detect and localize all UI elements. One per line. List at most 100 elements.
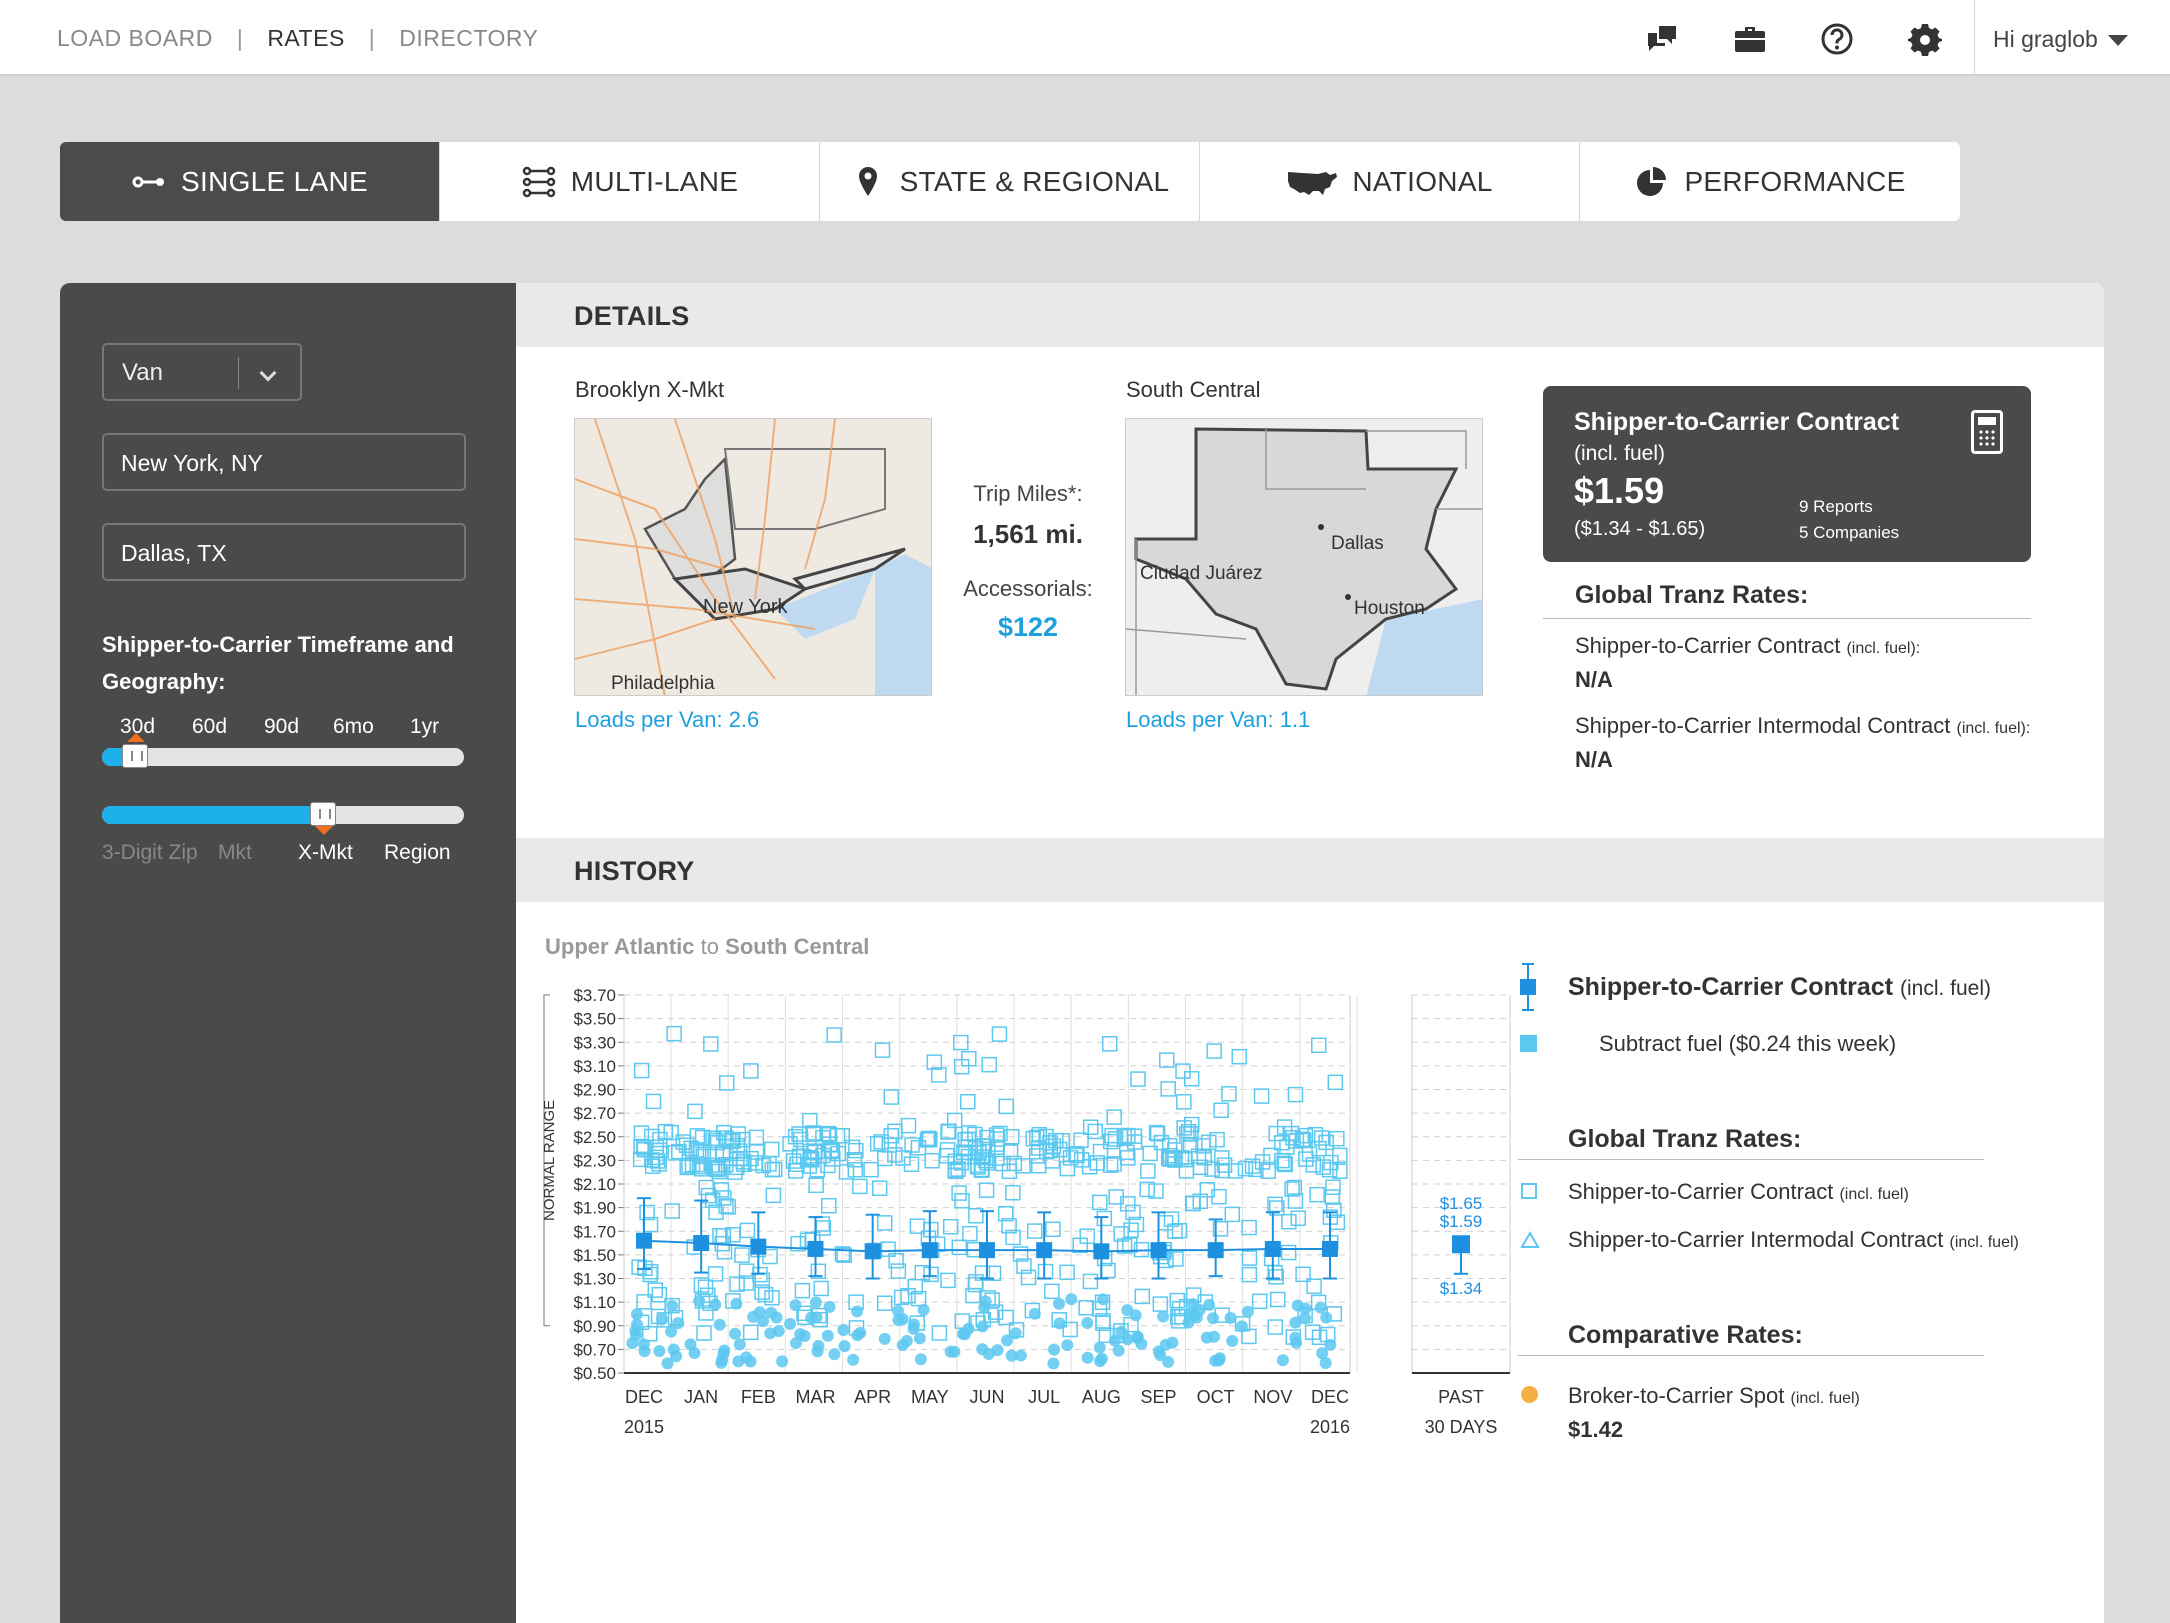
nav-separator: | bbox=[236, 24, 244, 51]
gt-contract-point bbox=[1279, 1139, 1295, 1155]
gt-cluster-point bbox=[713, 1318, 726, 1331]
divider bbox=[1543, 618, 2031, 619]
gt-contract-point bbox=[1157, 1215, 1174, 1231]
contract-point bbox=[1264, 1240, 1281, 1257]
gt-contract-point bbox=[1213, 1102, 1229, 1119]
gt-contract-point bbox=[696, 1325, 712, 1341]
contract-point bbox=[1150, 1242, 1167, 1259]
gt-contract-point bbox=[1241, 1266, 1258, 1283]
gt-contract-point bbox=[1159, 1052, 1175, 1068]
y-tick-label: $2.70 bbox=[573, 1104, 616, 1123]
contract-point bbox=[750, 1238, 767, 1255]
year-label: 2015 bbox=[624, 1417, 664, 1437]
nav-directory[interactable]: DIRECTORY bbox=[399, 25, 538, 52]
gt-cluster-point bbox=[944, 1345, 957, 1358]
gt-contract-point bbox=[1101, 1036, 1118, 1052]
tab-label: PERFORMANCE bbox=[1684, 165, 1906, 197]
gt-cluster-point bbox=[1028, 1307, 1041, 1320]
gt-contract-point bbox=[1059, 1160, 1076, 1177]
gt-contract-point bbox=[1140, 1163, 1156, 1179]
gt-cluster-point bbox=[811, 1345, 824, 1358]
gt-cluster-point bbox=[1047, 1357, 1060, 1370]
gt-contract-row: Shipper-to-Carrier Contract (incl. fuel)… bbox=[1575, 633, 1920, 693]
contract-point bbox=[864, 1243, 881, 1260]
gt-contract-point bbox=[1123, 1222, 1139, 1238]
subtract-fuel-label[interactable]: Subtract fuel ($0.24 this week) bbox=[1599, 1031, 1896, 1057]
gt-contract-point bbox=[739, 1222, 756, 1239]
tab-national[interactable]: NATIONAL bbox=[1200, 142, 1580, 221]
gt-contract-point bbox=[1037, 1263, 1054, 1280]
gt-contract-point bbox=[748, 1129, 765, 1146]
gt-contract-legend-icon bbox=[1521, 1183, 1537, 1199]
tab-state-regional[interactable]: STATE & REGIONAL bbox=[820, 142, 1200, 221]
rates-tabs: SINGLE LANE MULTI-LANE STATE & REGIONAL … bbox=[60, 142, 1960, 221]
chat-icon[interactable] bbox=[1645, 22, 1679, 56]
geography-slider[interactable] bbox=[102, 802, 464, 835]
x-tick-label: APR bbox=[854, 1387, 891, 1407]
subtract-fuel-icon[interactable] bbox=[1520, 1035, 1537, 1052]
tick-6mo: 6mo bbox=[333, 715, 374, 738]
contract-point bbox=[1322, 1240, 1338, 1257]
gt-cluster-point bbox=[1097, 1293, 1110, 1306]
geography-handle[interactable] bbox=[310, 802, 336, 835]
gt-contract-point bbox=[962, 1225, 978, 1242]
legend-contract-label: Shipper-to-Carrier Contract bbox=[1568, 973, 1894, 1001]
origin-market-label: Brooklyn X-Mkt bbox=[575, 377, 725, 402]
gt-cluster-point bbox=[794, 1328, 807, 1341]
gt-contract-point bbox=[1078, 1300, 1094, 1316]
contract-range: ($1.34 - $1.65) bbox=[1574, 518, 1706, 540]
nav-load-board[interactable]: LOAD BOARD bbox=[57, 25, 213, 52]
y-tick-label: $1.10 bbox=[573, 1293, 616, 1312]
gt-contract-note: (incl. fuel): bbox=[1846, 640, 1921, 657]
spot-legend-icon[interactable] bbox=[1521, 1386, 1538, 1403]
contract-point bbox=[693, 1235, 710, 1252]
equipment-select[interactable]: Van bbox=[102, 343, 302, 401]
gt-cluster-point bbox=[1212, 1354, 1225, 1367]
gt-cluster-point bbox=[753, 1306, 766, 1319]
comparative-rates-title: Comparative Rates: bbox=[1568, 1321, 1803, 1349]
user-menu[interactable]: Hi graglob bbox=[1993, 26, 2128, 53]
past-high-label: $1.65 bbox=[1440, 1194, 1483, 1213]
contract-title: Shipper-to-Carrier Contract bbox=[1574, 408, 1900, 436]
nav-rates[interactable]: RATES bbox=[267, 25, 344, 52]
legend-gt-intermodal: Shipper-to-Carrier Intermodal Contract (… bbox=[1568, 1227, 2019, 1253]
timeframe-handle[interactable] bbox=[122, 733, 148, 768]
tab-multi-lane[interactable]: MULTI-LANE bbox=[440, 142, 820, 221]
dest-market-label: South Central bbox=[1126, 377, 1261, 402]
y-tick-label: $1.70 bbox=[573, 1222, 616, 1241]
legend-gt-title: Global Tranz Rates: bbox=[1568, 1125, 1802, 1153]
gt-contract-point bbox=[876, 1295, 893, 1311]
gt-contract-point bbox=[719, 1075, 735, 1091]
contract-point bbox=[1207, 1242, 1224, 1259]
gt-contract-point bbox=[1309, 1186, 1325, 1203]
origin-loads-per-van: Loads per Van: 2.6 bbox=[575, 707, 760, 732]
origin-input[interactable]: New York, NY bbox=[102, 433, 466, 491]
geo-mkt: Mkt bbox=[218, 841, 252, 864]
tab-performance[interactable]: PERFORMANCE bbox=[1580, 142, 1960, 221]
history-header: HISTORY bbox=[516, 838, 2104, 902]
gt-intermodal-legend-icon bbox=[1520, 1231, 1540, 1248]
gt-contract-point bbox=[1025, 1130, 1041, 1147]
contract-point bbox=[636, 1232, 652, 1249]
calculator-icon[interactable] bbox=[1971, 410, 2003, 454]
gt-contract-point bbox=[998, 1098, 1014, 1115]
gt-cluster-point bbox=[1276, 1354, 1289, 1367]
gt-contract-point bbox=[876, 1215, 893, 1231]
gt-cluster-point bbox=[784, 1317, 797, 1330]
gear-icon[interactable] bbox=[1908, 22, 1942, 56]
x-tick-label: FEB bbox=[741, 1387, 776, 1407]
gt-contract-point bbox=[703, 1036, 719, 1052]
tab-single-lane[interactable]: SINGLE LANE bbox=[60, 142, 440, 221]
briefcase-icon[interactable] bbox=[1733, 22, 1767, 56]
gt-cluster-point bbox=[913, 1332, 926, 1345]
gt-contract-point bbox=[729, 1276, 745, 1292]
gt-cluster-point bbox=[730, 1297, 743, 1310]
destination-input[interactable]: Dallas, TX bbox=[102, 523, 466, 581]
gt-contract-point bbox=[1082, 1273, 1099, 1290]
timeframe-slider[interactable] bbox=[102, 733, 464, 768]
help-icon[interactable] bbox=[1820, 22, 1854, 56]
gt-intermodal-label: Shipper-to-Carrier Intermodal Contract bbox=[1575, 713, 1951, 738]
reports-count: 9 Reports bbox=[1799, 497, 1873, 516]
legend-spot-note: (incl. fuel) bbox=[1790, 1390, 1860, 1407]
y-tick-label: $1.50 bbox=[573, 1246, 616, 1265]
